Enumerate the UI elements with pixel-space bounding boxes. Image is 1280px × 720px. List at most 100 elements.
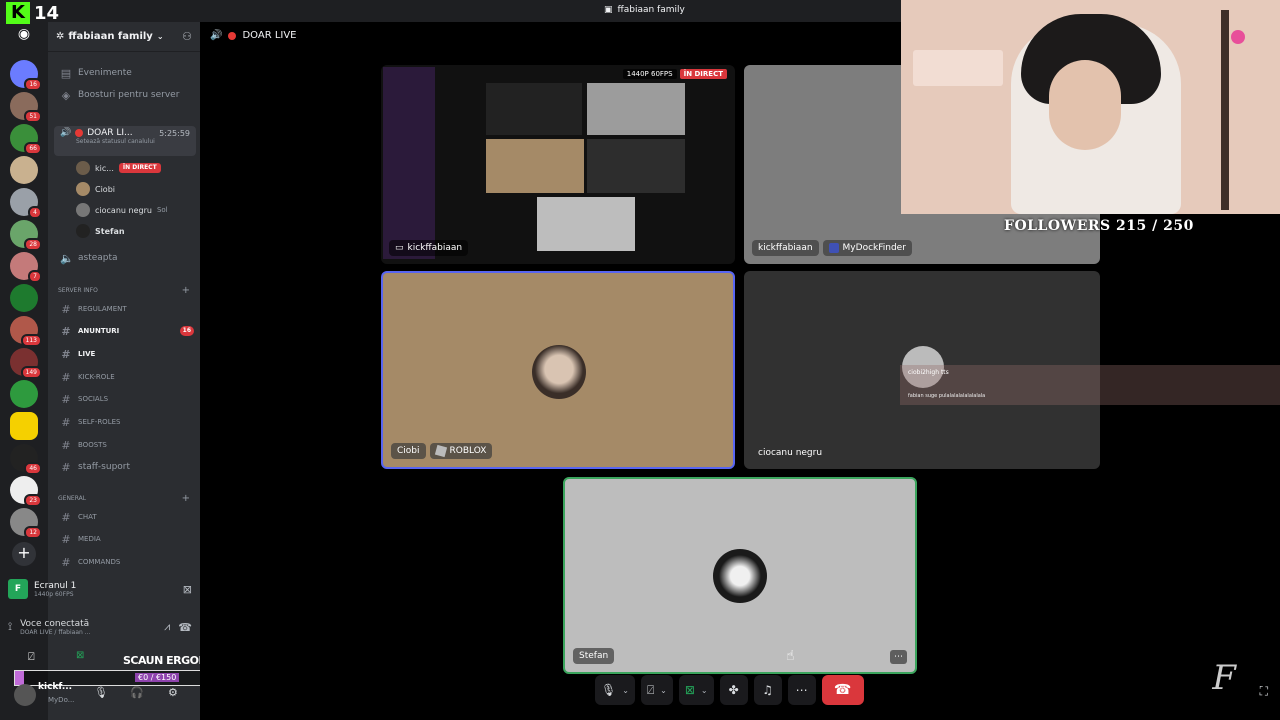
- avatar: [532, 345, 586, 399]
- camera-button[interactable]: ⍁ ⌄: [640, 675, 673, 705]
- server-icon[interactable]: [10, 284, 38, 312]
- more-button[interactable]: ⋯: [787, 675, 816, 705]
- sidebar-item-regulament[interactable]: # REGULAMENT: [54, 300, 194, 318]
- sidebar-item-label: COMMANDS: [78, 558, 121, 566]
- activities-icon: ✤: [728, 683, 739, 697]
- server-icon[interactable]: 28: [10, 220, 42, 251]
- server-icon[interactable]: [10, 412, 38, 440]
- server-icon[interactable]: 12: [10, 508, 42, 539]
- call-area: 🔊 DOAR LIVE 1440P 60FPS ÎN DIRECT ▭ kickf…: [200, 0, 1280, 720]
- chevron-down-icon[interactable]: ⌄: [622, 686, 629, 695]
- discord-home-icon[interactable]: ◉: [10, 26, 38, 48]
- voice-user-activity: Sol: [156, 206, 168, 214]
- sidebar-item-live[interactable]: # LIVE: [54, 345, 194, 363]
- fullscreen-icon[interactable]: ⛶: [1260, 684, 1268, 699]
- streamer-logo: F: [1212, 658, 1236, 698]
- sidebar-item-events[interactable]: ▤ Evenimente: [54, 64, 194, 82]
- voice-timer: 5:25:59: [159, 128, 190, 138]
- ciobi-tile[interactable]: Ciobi ROBLOX: [381, 271, 735, 469]
- noise-suppression-icon[interactable]: ⩘: [164, 620, 170, 634]
- screen-share-icon: F: [8, 579, 28, 599]
- sidebar-item-label: SELF-ROLES: [78, 418, 121, 426]
- avatar[interactable]: [14, 684, 36, 706]
- sidebar-item-boosts-channel[interactable]: # BOOSTS: [54, 436, 194, 454]
- invite-icon[interactable]: ⚇: [182, 30, 192, 43]
- camera-off-icon[interactable]: ⍁: [28, 650, 35, 664]
- sidebar-item-commands[interactable]: # COMMANDS: [54, 553, 194, 571]
- server-icon[interactable]: [10, 156, 38, 184]
- stefan-tile[interactable]: Stefan ⋯: [563, 477, 917, 674]
- mic-icon[interactable]: 🎙: [94, 686, 108, 699]
- server-badge: 12: [24, 526, 42, 539]
- tile-nameplate: ciocanu negru: [752, 445, 828, 461]
- disconnect-button[interactable]: ☎: [821, 675, 864, 705]
- server-icon[interactable]: 66: [10, 124, 42, 155]
- channel-status-prompt[interactable]: Setează statusul canalului: [76, 138, 190, 145]
- mute-button[interactable]: 🎙 ⌄: [595, 675, 635, 705]
- sidebar-item-self-roles[interactable]: # SELF-ROLES: [54, 413, 194, 431]
- call-controls: 🎙 ⌄ ⍁ ⌄ ⊠ ⌄ ✤ ♫ ⋯ ☎: [595, 675, 864, 705]
- add-channel-icon[interactable]: +: [182, 285, 190, 296]
- server-icon[interactable]: 149: [10, 348, 42, 379]
- sidebar-item-anunturi[interactable]: # ANUNTURI 16: [54, 322, 194, 340]
- app-icon: [828, 243, 839, 253]
- sidebar-item-chat[interactable]: # CHAT: [54, 508, 194, 526]
- more-options-icon[interactable]: ⋯: [890, 650, 907, 664]
- soundboard-button[interactable]: ♫: [753, 675, 782, 705]
- activities-button[interactable]: ✤: [719, 675, 748, 705]
- category-server-info[interactable]: SERVER INFO +: [58, 285, 190, 296]
- signal-icon[interactable]: ⟟: [8, 620, 12, 634]
- server-icon[interactable]: 46: [10, 444, 42, 475]
- screen-share-active-icon[interactable]: ⊠: [76, 650, 86, 662]
- screen-icon: ▭: [395, 243, 404, 253]
- headset-icon[interactable]: 🎧: [130, 686, 144, 699]
- category-label: GENERAL: [58, 495, 87, 502]
- server-badge: 23: [24, 494, 42, 507]
- chevron-down-icon[interactable]: ⌄: [660, 686, 667, 695]
- server-badge: 7: [28, 270, 42, 283]
- disconnect-icon[interactable]: ☎: [178, 621, 192, 634]
- server-icon[interactable]: 4: [10, 188, 42, 219]
- server-icon[interactable]: [10, 380, 38, 408]
- live-dot-icon: [228, 31, 237, 40]
- voice-location[interactable]: DOAR LIVE / ffabiaan ...: [20, 629, 90, 636]
- chat-badge: tts: [940, 369, 949, 376]
- server-badge: 66: [24, 142, 42, 155]
- sidebar-item-asteapta[interactable]: 🔈 asteapta: [54, 249, 194, 267]
- avatar: [76, 182, 90, 196]
- sidebar-item-kick-role[interactable]: # KICK-ROLE: [54, 368, 194, 386]
- tile-name: Ciobi: [391, 443, 426, 459]
- stream-tile[interactable]: 1440P 60FPS ÎN DIRECT ▭ kickffabiaan: [381, 65, 735, 264]
- stop-share-icon[interactable]: ⊠: [183, 583, 192, 596]
- sidebar-item-media[interactable]: # MEDIA: [54, 530, 194, 548]
- voice-channel-live[interactable]: 🔊 DOAR LI... 5:25:59 Setează statusul ca…: [54, 126, 196, 156]
- server-icon[interactable]: 23: [10, 476, 42, 507]
- sidebar-item-socials[interactable]: # SOCIALS: [54, 390, 194, 408]
- server-icon[interactable]: 113: [10, 316, 42, 347]
- chat-overlay: ciobi2high tts fabian suge pulalalalalal…: [900, 365, 1280, 405]
- voice-user[interactable]: kic... ÎN DIRECT: [76, 158, 194, 178]
- voice-user[interactable]: Stefan: [76, 221, 194, 241]
- sidebar-item-boosts[interactable]: ◈ Boosturi pentru server: [54, 86, 194, 104]
- add-channel-icon[interactable]: +: [182, 493, 190, 504]
- chevron-down-icon[interactable]: ⌄: [701, 686, 708, 695]
- mouse-cursor-icon: ☝: [786, 648, 795, 664]
- server-icon[interactable]: 7: [10, 252, 42, 283]
- tile-nameplate: Ciobi ROBLOX: [391, 443, 493, 459]
- server-badge: 51: [24, 110, 42, 123]
- tile-nameplate: ▭ kickffabiaan: [389, 240, 469, 256]
- voice-user-name: ciocanu negru: [95, 205, 152, 215]
- add-server-button[interactable]: +: [12, 542, 36, 566]
- gear-icon[interactable]: ⚙: [168, 686, 178, 699]
- server-icon[interactable]: 16: [10, 60, 42, 91]
- server-badge: 28: [24, 238, 42, 251]
- server-icon[interactable]: 51: [10, 92, 42, 123]
- voice-user[interactable]: ciocanu negru Sol: [76, 200, 194, 220]
- server-header[interactable]: ✲ ffabiaan family ⌄ ⚇: [48, 22, 200, 52]
- sidebar-item-staff-suport[interactable]: # staff-suport: [54, 458, 194, 476]
- stream-preview-tile: [486, 139, 584, 193]
- category-general[interactable]: GENERAL +: [58, 493, 190, 504]
- voice-user[interactable]: Ciobi: [76, 179, 194, 199]
- screen-share-button[interactable]: ⊠ ⌄: [678, 675, 714, 705]
- tile-name: ciocanu negru: [758, 448, 823, 458]
